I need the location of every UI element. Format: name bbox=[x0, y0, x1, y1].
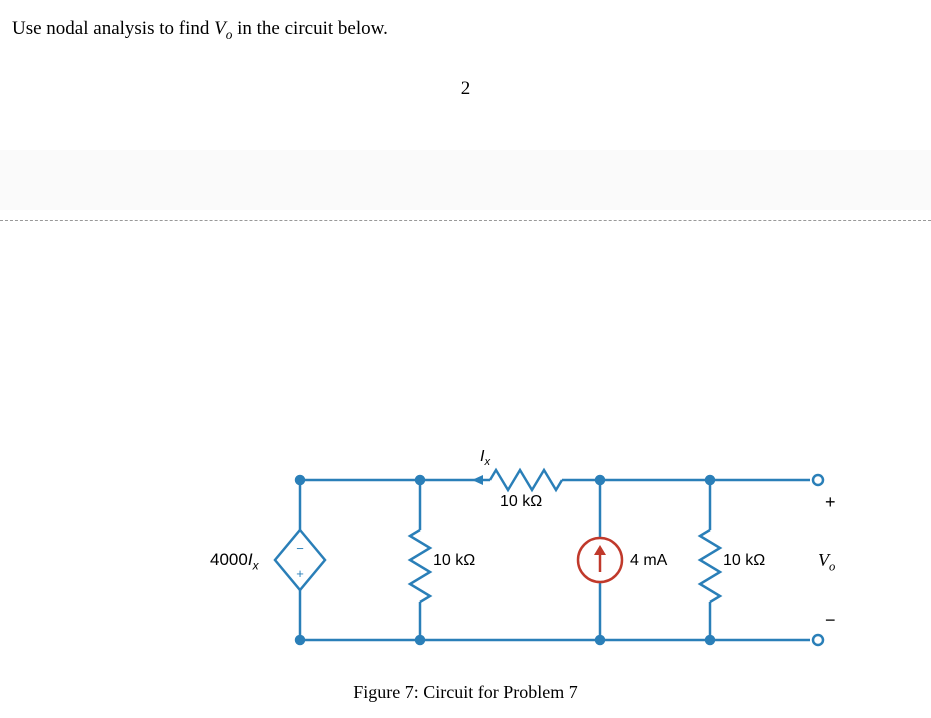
svg-text:+: + bbox=[296, 566, 304, 581]
gray-band-top bbox=[0, 150, 931, 210]
ix-label: Ix bbox=[480, 448, 490, 468]
vo-plus: + bbox=[825, 492, 836, 513]
dashed-line bbox=[0, 220, 931, 221]
svg-text:−: − bbox=[296, 541, 304, 556]
right-resistor-label: 10 kΩ bbox=[723, 552, 765, 570]
vo-label: Vo bbox=[818, 550, 835, 575]
top-resistor-label: 10 kΩ bbox=[500, 493, 542, 511]
vo-minus: − bbox=[825, 610, 836, 631]
problem-statement: Use nodal analysis to find Vo in the cir… bbox=[0, 0, 931, 43]
problem-suffix: in the circuit below. bbox=[232, 18, 387, 39]
problem-prefix: Use nodal analysis to find bbox=[12, 18, 214, 39]
dependent-source-label: 4000Ix bbox=[210, 550, 259, 572]
circuit-diagram: − + 4000Ix Ix 10 kΩ 10 kΩ 4 mA 10 kΩ + V… bbox=[200, 450, 840, 700]
left-resistor-label: 10 kΩ bbox=[433, 552, 475, 570]
current-source-label: 4 mA bbox=[630, 552, 667, 570]
page-number: 2 bbox=[0, 78, 931, 100]
figure-caption: Figure 7: Circuit for Problem 7 bbox=[0, 682, 931, 703]
problem-var-letter: V bbox=[214, 18, 226, 39]
